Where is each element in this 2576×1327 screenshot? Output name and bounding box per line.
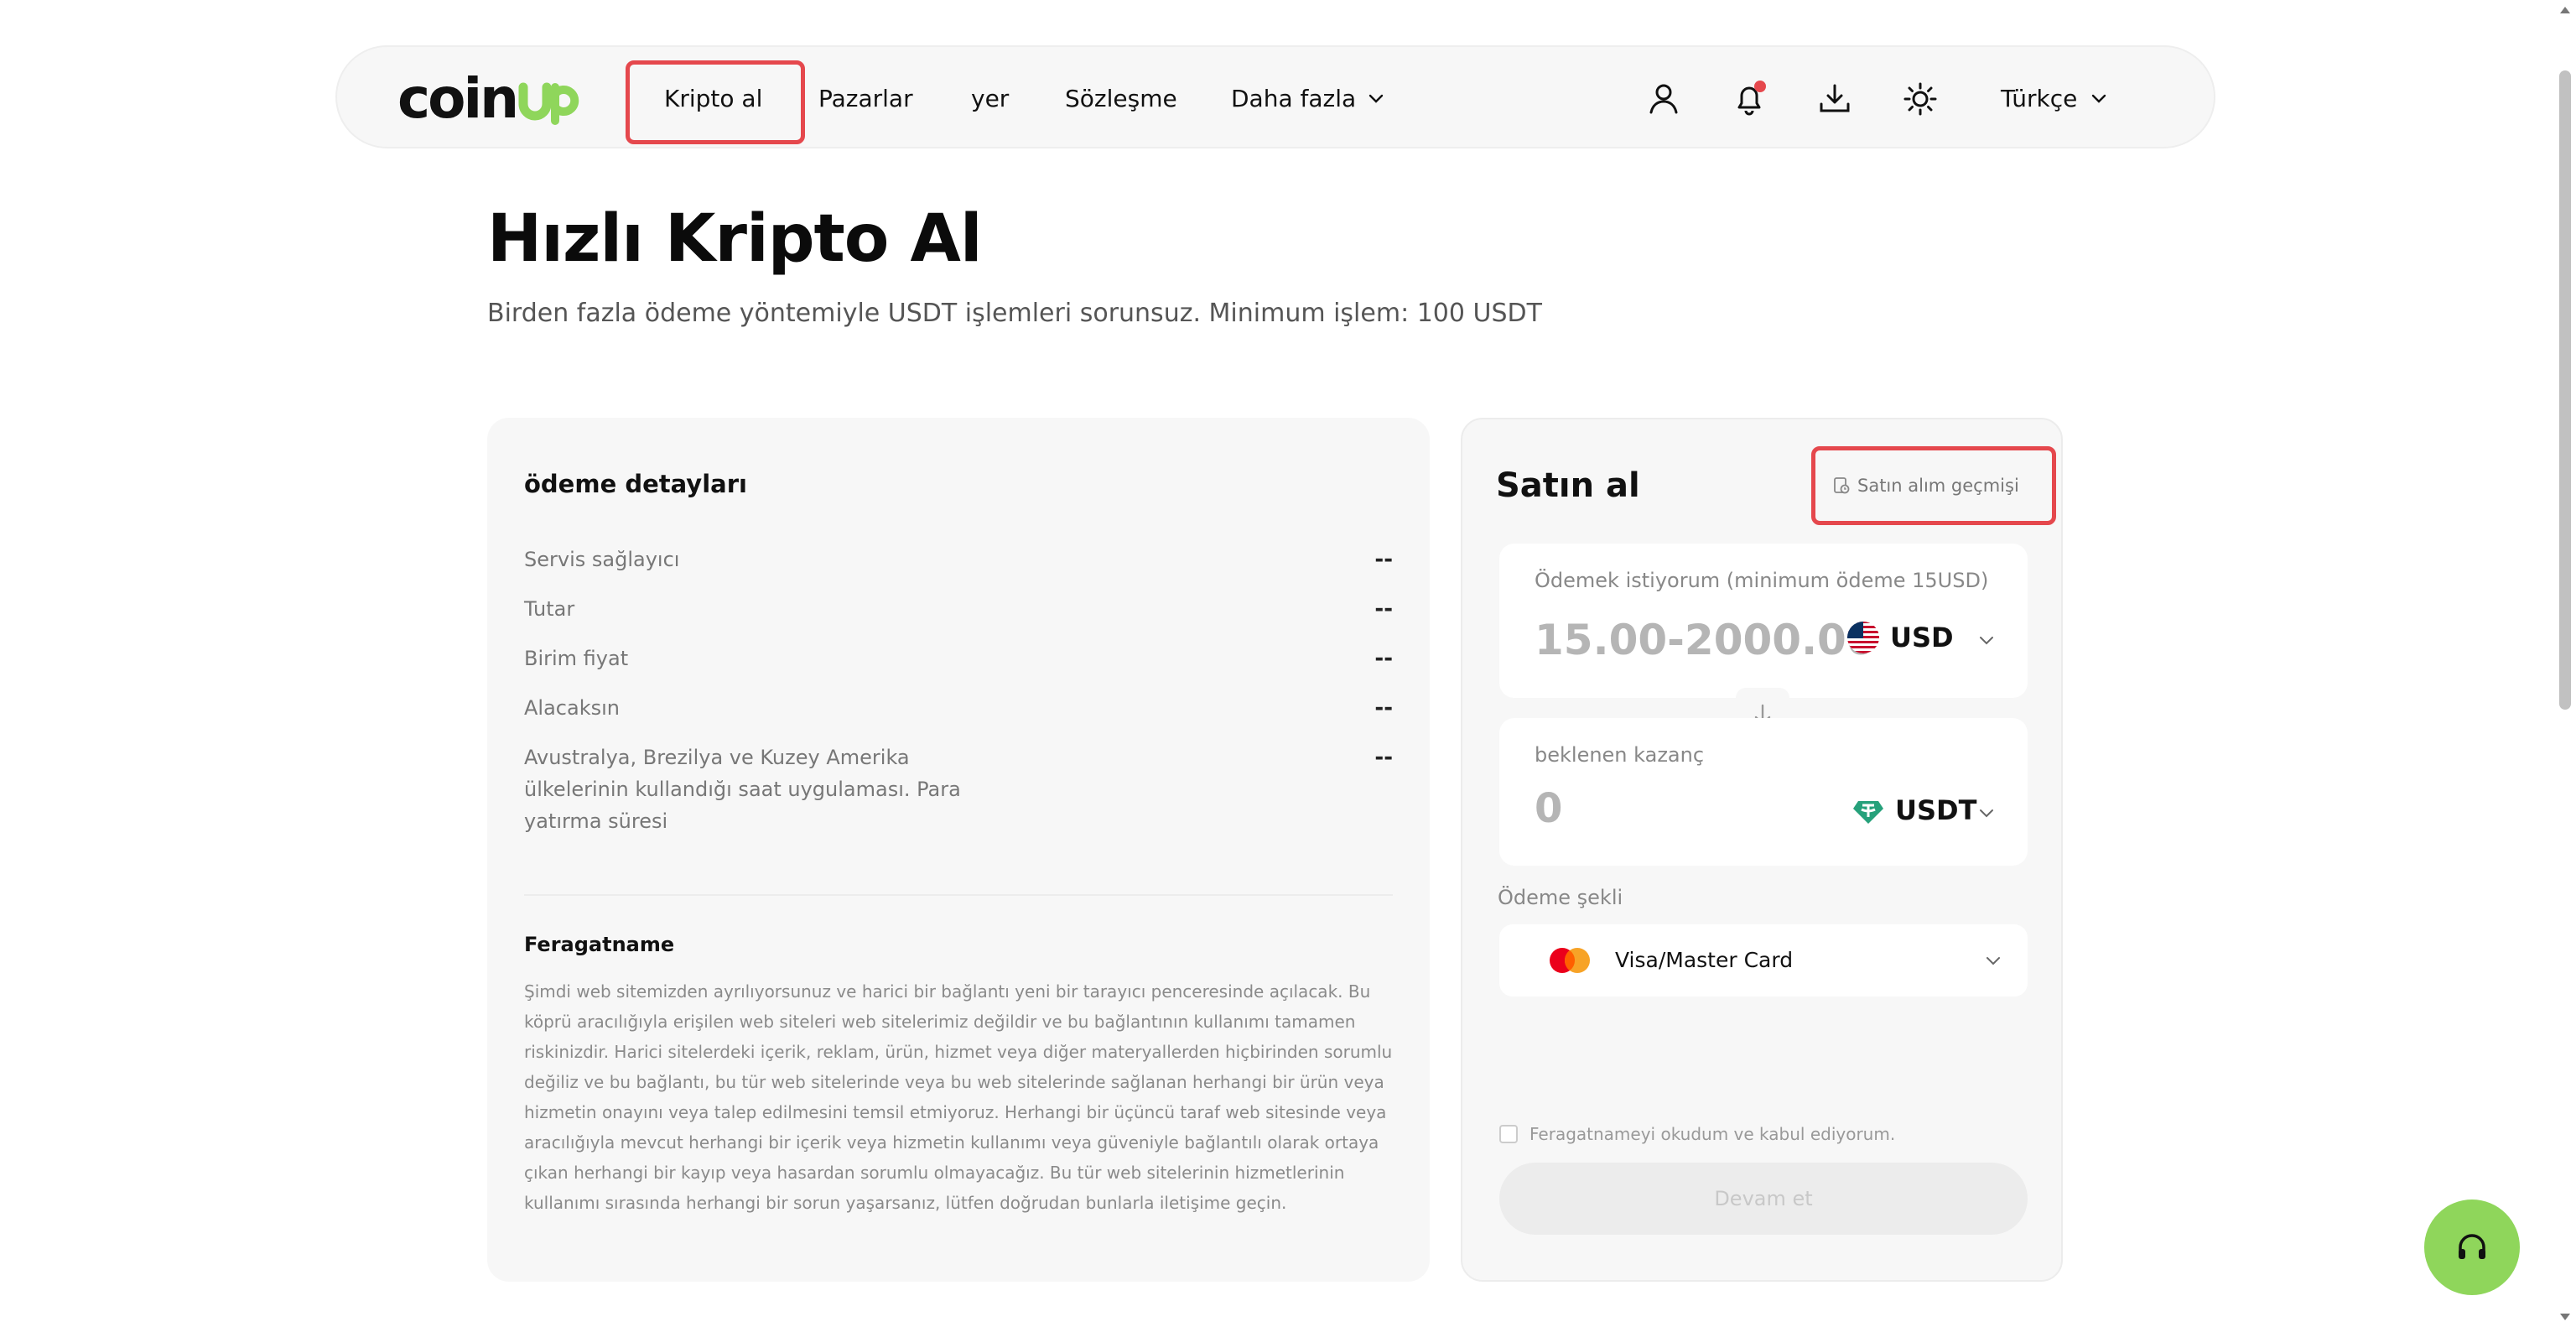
detail-value: -- [1374, 745, 1393, 770]
payment-details-title: ödeme detayları [524, 470, 747, 498]
payment-method-select[interactable]: Visa/Master Card [1499, 924, 2028, 997]
support-button[interactable] [2424, 1200, 2520, 1295]
language-label: Türkçe [2001, 85, 2078, 112]
download-icon[interactable] [1815, 79, 1855, 119]
receive-currency-selector[interactable]: USDT [1852, 794, 1976, 827]
detail-label: Servis sağlayıcı [524, 548, 680, 571]
notification-dot [1754, 81, 1766, 92]
history-highlight-box: Satın alım geçmişi [1811, 446, 2056, 525]
detail-label: Alacaksın [524, 696, 620, 720]
chevron-down-icon [2092, 94, 2106, 103]
chevron-down-icon [1987, 957, 2000, 965]
nav-item-more-label: Daha fazla [1231, 85, 1357, 112]
buy-card: Satın al Satın alım geçmişi Ödemek istiy… [1461, 418, 2063, 1282]
nav-item-markets[interactable]: Pazarlar [818, 47, 913, 150]
nav-item-spot[interactable]: yer [971, 47, 1009, 150]
pay-currency-label: USD [1890, 622, 1954, 653]
detail-label: Birim fiyat [524, 647, 629, 670]
buy-title: Satın al [1496, 466, 1640, 505]
purchase-history-link[interactable]: Satın alım geçmişi [1832, 450, 2019, 521]
page-subtitle: Birden fazla ödeme yöntemiyle USDT işlem… [487, 299, 1542, 328]
bell-icon[interactable] [1729, 79, 1769, 119]
usdt-icon [1853, 801, 1883, 824]
chevron-down-icon[interactable] [1974, 627, 1999, 653]
purchase-history-label: Satın alım geçmişi [1857, 476, 2019, 496]
user-icon[interactable] [1644, 79, 1684, 119]
receive-amount-label: beklenen kazanç [1535, 743, 1705, 767]
scroll-down-arrow[interactable] [2560, 1314, 2570, 1320]
detail-label: Avustralya, Brezilya ve Kuzey Amerika ül… [524, 746, 961, 833]
detail-value: -- [1374, 646, 1393, 671]
language-selector[interactable]: Türkçe [2001, 47, 2109, 150]
nav-item-contracts[interactable]: Sözleşme [1065, 47, 1177, 150]
detail-value: -- [1374, 695, 1393, 721]
receive-currency-label: USDT [1895, 794, 1977, 826]
headset-icon [2459, 1234, 2485, 1259]
agree-label: Feragatnameyi okudum ve kabul ediyorum. [1530, 1124, 1896, 1144]
history-icon [1834, 477, 1850, 494]
chevron-down-icon [1368, 94, 1384, 103]
us-flag-icon [1847, 622, 1879, 653]
scroll-thumb[interactable] [2559, 70, 2571, 710]
scroll-up-arrow[interactable] [2560, 7, 2570, 13]
detail-value: -- [1374, 596, 1393, 622]
chevron-down-icon[interactable] [1974, 800, 1999, 825]
detail-label: Tutar [524, 597, 575, 621]
page-scrollbar[interactable] [2554, 0, 2576, 1327]
pay-amount-input[interactable]: 15.00-2000.00 [1535, 616, 1876, 664]
theme-sun-icon[interactable] [1900, 79, 1940, 119]
nav-item-more[interactable]: Daha fazla [1231, 47, 1386, 150]
nav-item-buy-crypto[interactable]: Kripto al [664, 47, 762, 150]
disclaimer-text: Şimdi web sitemizden ayrılıyorsunuz ve h… [524, 981, 1393, 1213]
pay-amount-label: Ödemek istiyorum (minimum ödeme 15USD) [1535, 569, 1989, 592]
payment-details-card: ödeme detayları Servis sağlayıcı -- Tuta… [487, 418, 1430, 1282]
agree-terms[interactable]: Feragatnameyi okudum ve kabul ediyorum. [1499, 1124, 1895, 1144]
mastercard-icon [1550, 948, 1590, 973]
detail-value: -- [1374, 547, 1393, 572]
top-navbar: coin Kripto al Pazarlar yer Sözleşme Dah… [335, 45, 2215, 148]
payment-method-value: Visa/Master Card [1615, 948, 1794, 972]
pay-currency-selector[interactable]: USD [1846, 621, 1954, 654]
receive-amount-box: beklenen kazanç 0 USDT [1499, 718, 2028, 866]
svg-text:coin: coin [397, 66, 517, 131]
payment-method-label: Ödeme şekli [1498, 886, 1623, 909]
agree-checkbox[interactable] [1499, 1125, 1518, 1143]
pay-amount-box: Ödemek istiyorum (minimum ödeme 15USD) 1… [1499, 544, 2028, 698]
continue-button[interactable]: Devam et [1499, 1163, 2028, 1235]
details-divider [524, 894, 1393, 896]
coinup-logo[interactable]: coin [397, 65, 582, 133]
page-title: Hızlı Kripto Al [487, 201, 983, 277]
receive-amount-value: 0 [1535, 785, 1563, 832]
disclaimer-title: Feragatname [524, 933, 675, 956]
